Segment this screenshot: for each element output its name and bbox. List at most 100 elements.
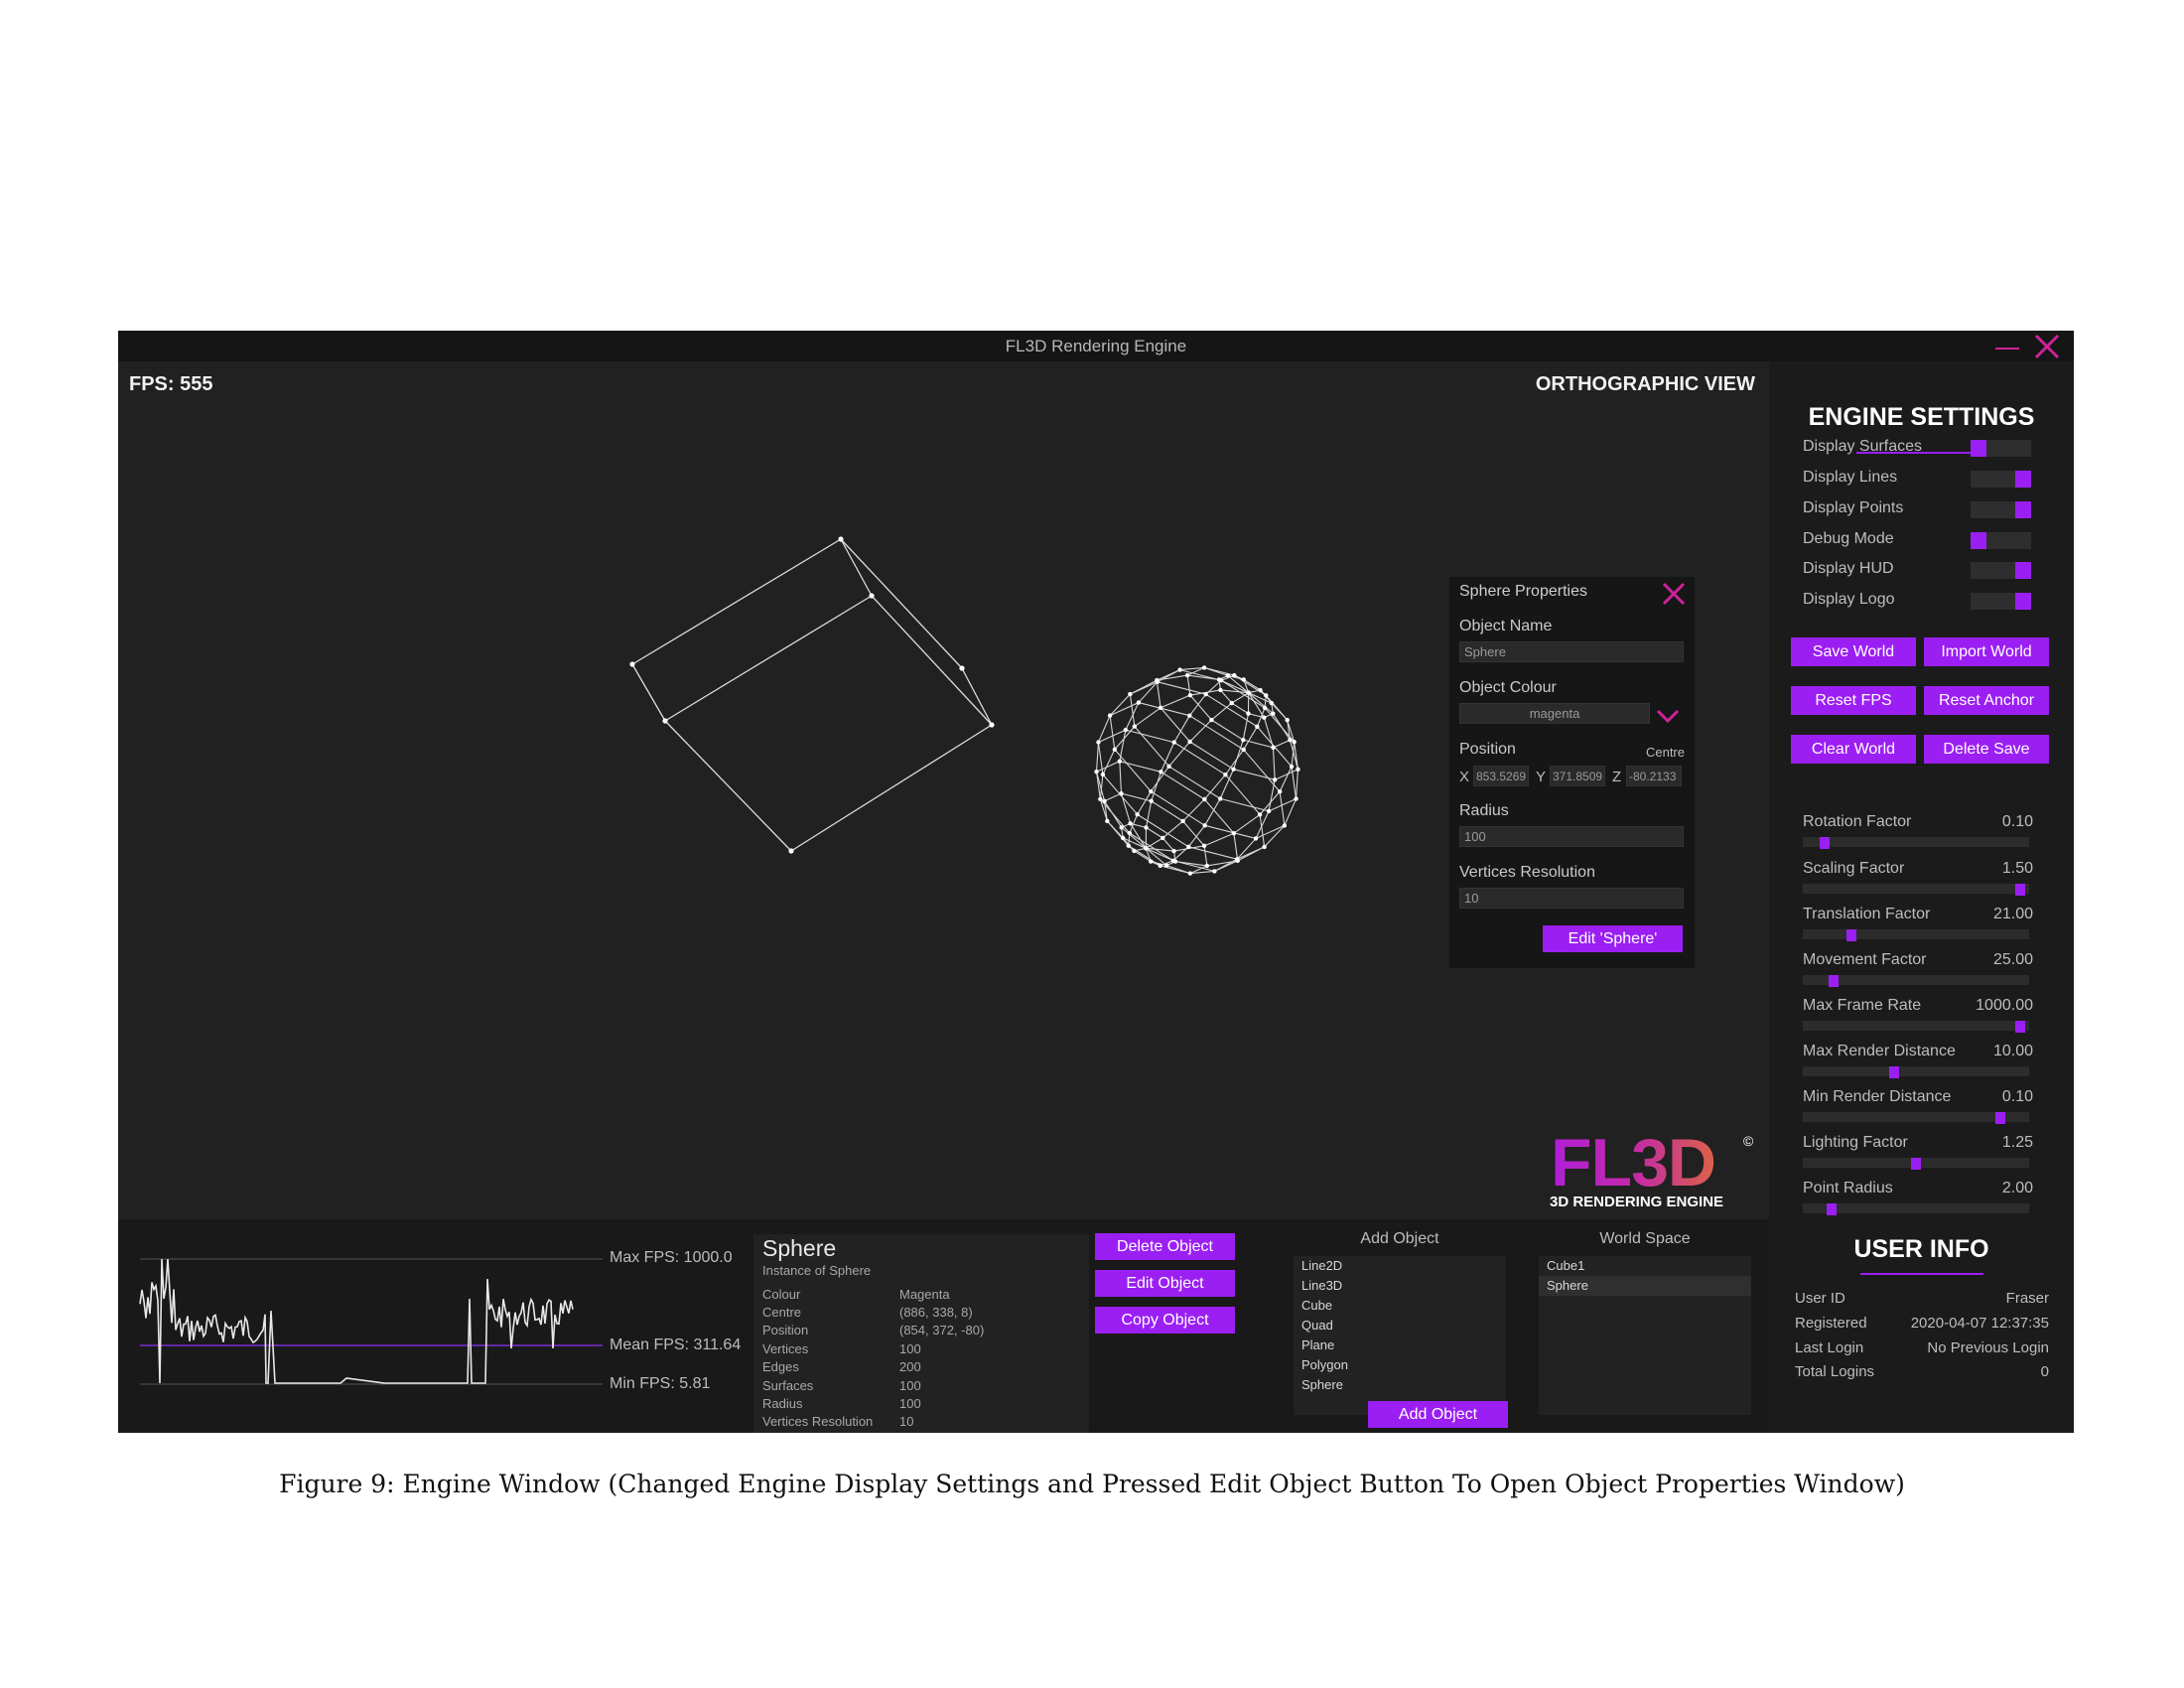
minimize-icon[interactable] <box>1992 334 2022 359</box>
lighting-factor-slider[interactable] <box>1803 1158 2029 1170</box>
position-z-field[interactable]: -80.2133 <box>1626 766 1682 786</box>
y-axis-label: Y <box>1536 769 1547 785</box>
position-y-field[interactable]: 371.8509 <box>1550 766 1605 786</box>
list-item[interactable]: Sphere <box>1294 1375 1506 1395</box>
point-radius-slider[interactable] <box>1803 1203 2029 1215</box>
object-name-field[interactable]: Sphere <box>1459 641 1684 662</box>
sphere-vertex <box>1231 831 1237 836</box>
sphere-vertex <box>1241 737 1246 743</box>
slider-label: Point Radius <box>1803 1180 1893 1196</box>
display-lines-toggle[interactable] <box>1971 471 2031 488</box>
sphere-edge <box>1106 820 1130 847</box>
sphere-vertex <box>1241 677 1246 682</box>
add-object-button[interactable]: Add Object <box>1368 1401 1508 1428</box>
sphere-vertex <box>1171 848 1176 854</box>
mean-fps-label: Mean FPS: 311.64 <box>610 1336 742 1353</box>
rotation-factor-slider[interactable] <box>1803 837 2029 849</box>
object-colour-select[interactable]: magenta <box>1459 703 1650 724</box>
sphere-vertex <box>1212 869 1217 874</box>
sphere-vertex <box>1262 844 1267 850</box>
edit-object-button[interactable]: Edit Object <box>1095 1270 1235 1297</box>
info-value: 10 <box>899 1414 914 1429</box>
position-x-field[interactable]: 853.5269 <box>1473 766 1529 786</box>
sphere-vertex <box>1094 769 1099 774</box>
import-world-button[interactable]: Import World <box>1924 637 2049 666</box>
sphere-edge <box>1272 747 1276 780</box>
sphere-vertex <box>1155 677 1160 683</box>
sphere-edge <box>1248 692 1274 715</box>
list-item[interactable]: Cube1 <box>1539 1256 1751 1276</box>
list-item[interactable]: Polygon <box>1294 1355 1506 1375</box>
max-render-distance-slider[interactable] <box>1803 1066 2029 1078</box>
sphere-wireframe[interactable] <box>1094 665 1300 876</box>
sphere-vertex <box>1271 711 1276 716</box>
slider-value: 1.50 <box>2001 860 2033 877</box>
sphere-edge <box>1255 824 1286 839</box>
debug-mode-toggle[interactable] <box>1971 532 2031 549</box>
reset-anchor-button[interactable]: Reset Anchor <box>1924 686 2049 715</box>
scaling-factor-slider[interactable] <box>1803 884 2029 896</box>
cube-wireframe[interactable] <box>629 536 995 854</box>
sphere-vertex <box>1158 863 1162 869</box>
sphere-edge <box>1296 769 1299 799</box>
sphere-edge <box>1236 846 1265 860</box>
clear-world-button[interactable]: Clear World <box>1791 735 1916 764</box>
sphere-edge <box>1119 761 1123 794</box>
sphere-vertex <box>1234 857 1240 862</box>
sphere-edge <box>1138 702 1190 717</box>
info-key: Centre <box>762 1305 802 1320</box>
sphere-vertex <box>1218 687 1223 693</box>
toggle-label: Display Surfaces <box>1803 438 1923 455</box>
sphere-vertex <box>1126 843 1131 848</box>
sphere-vertex <box>1096 740 1101 745</box>
sphere-vertex <box>1202 823 1207 828</box>
delete-save-button[interactable]: Delete Save <box>1924 735 2049 764</box>
display-points-toggle[interactable] <box>1971 501 2031 518</box>
toggle-label: Display HUD <box>1803 560 1894 577</box>
movement-factor-slider[interactable] <box>1803 975 2029 987</box>
sphere-edge <box>1263 717 1275 749</box>
world-space-list[interactable]: Cube1 Sphere <box>1539 1256 1751 1415</box>
info-value: 100 <box>899 1378 921 1393</box>
sphere-vertex <box>1282 823 1288 828</box>
display-surfaces-toggle[interactable] <box>1971 440 2031 457</box>
list-item[interactable]: Cube <box>1294 1296 1506 1316</box>
user-info-value: 2020-04-07 12:37:35 <box>1910 1315 2049 1332</box>
save-world-button[interactable]: Save World <box>1791 637 1916 666</box>
list-item[interactable]: Plane <box>1294 1336 1506 1355</box>
vertices-resolution-field[interactable]: 10 <box>1459 888 1684 909</box>
list-item[interactable]: Line2D <box>1294 1256 1506 1276</box>
translation-factor-slider[interactable] <box>1803 929 2029 941</box>
display-hud-toggle[interactable] <box>1971 562 2031 579</box>
copy-object-button[interactable]: Copy Object <box>1095 1307 1235 1334</box>
title-bar: FL3D Rendering Engine <box>118 331 2074 361</box>
list-item[interactable]: Line3D <box>1294 1276 1506 1296</box>
chevron-down-icon[interactable] <box>1655 706 1681 726</box>
user-info-key: Total Logins <box>1795 1363 1875 1380</box>
sphere-vertex <box>1187 739 1192 745</box>
close-icon[interactable] <box>2032 332 2062 361</box>
reset-fps-button[interactable]: Reset FPS <box>1791 686 1916 715</box>
list-item[interactable]: Quad <box>1294 1316 1506 1336</box>
sphere-edge <box>1279 791 1286 826</box>
delete-object-button[interactable]: Delete Object <box>1095 1233 1235 1260</box>
sphere-edge <box>1231 692 1249 704</box>
add-object-list[interactable]: Line2D Line3D Cube Quad Plane Polygon Sp… <box>1294 1256 1506 1415</box>
display-logo-toggle[interactable] <box>1971 593 2031 610</box>
slider-value: 1000.00 <box>1976 997 2033 1014</box>
min-render-distance-slider[interactable] <box>1803 1112 2029 1124</box>
sphere-vertex <box>1180 818 1185 824</box>
radius-field[interactable]: 100 <box>1459 826 1684 847</box>
render-viewport[interactable]: FPS: 555 ORTHOGRAPHIC VIEW Sphere Proper… <box>118 361 1769 1219</box>
cube-edge <box>631 663 666 722</box>
sphere-vertex <box>1132 724 1138 729</box>
close-icon[interactable] <box>1660 580 1688 608</box>
max-frame-rate-slider[interactable] <box>1803 1021 2029 1033</box>
add-object-title: Add Object <box>1360 1230 1439 1247</box>
sphere-edge <box>1233 833 1239 861</box>
slider-label: Rotation Factor <box>1803 813 1912 830</box>
list-item-selected[interactable]: Sphere <box>1539 1276 1751 1296</box>
edit-sphere-button[interactable]: Edit 'Sphere' <box>1543 925 1683 952</box>
toggle-label: Debug Mode <box>1803 530 1894 547</box>
sphere-edge <box>1188 846 1238 860</box>
